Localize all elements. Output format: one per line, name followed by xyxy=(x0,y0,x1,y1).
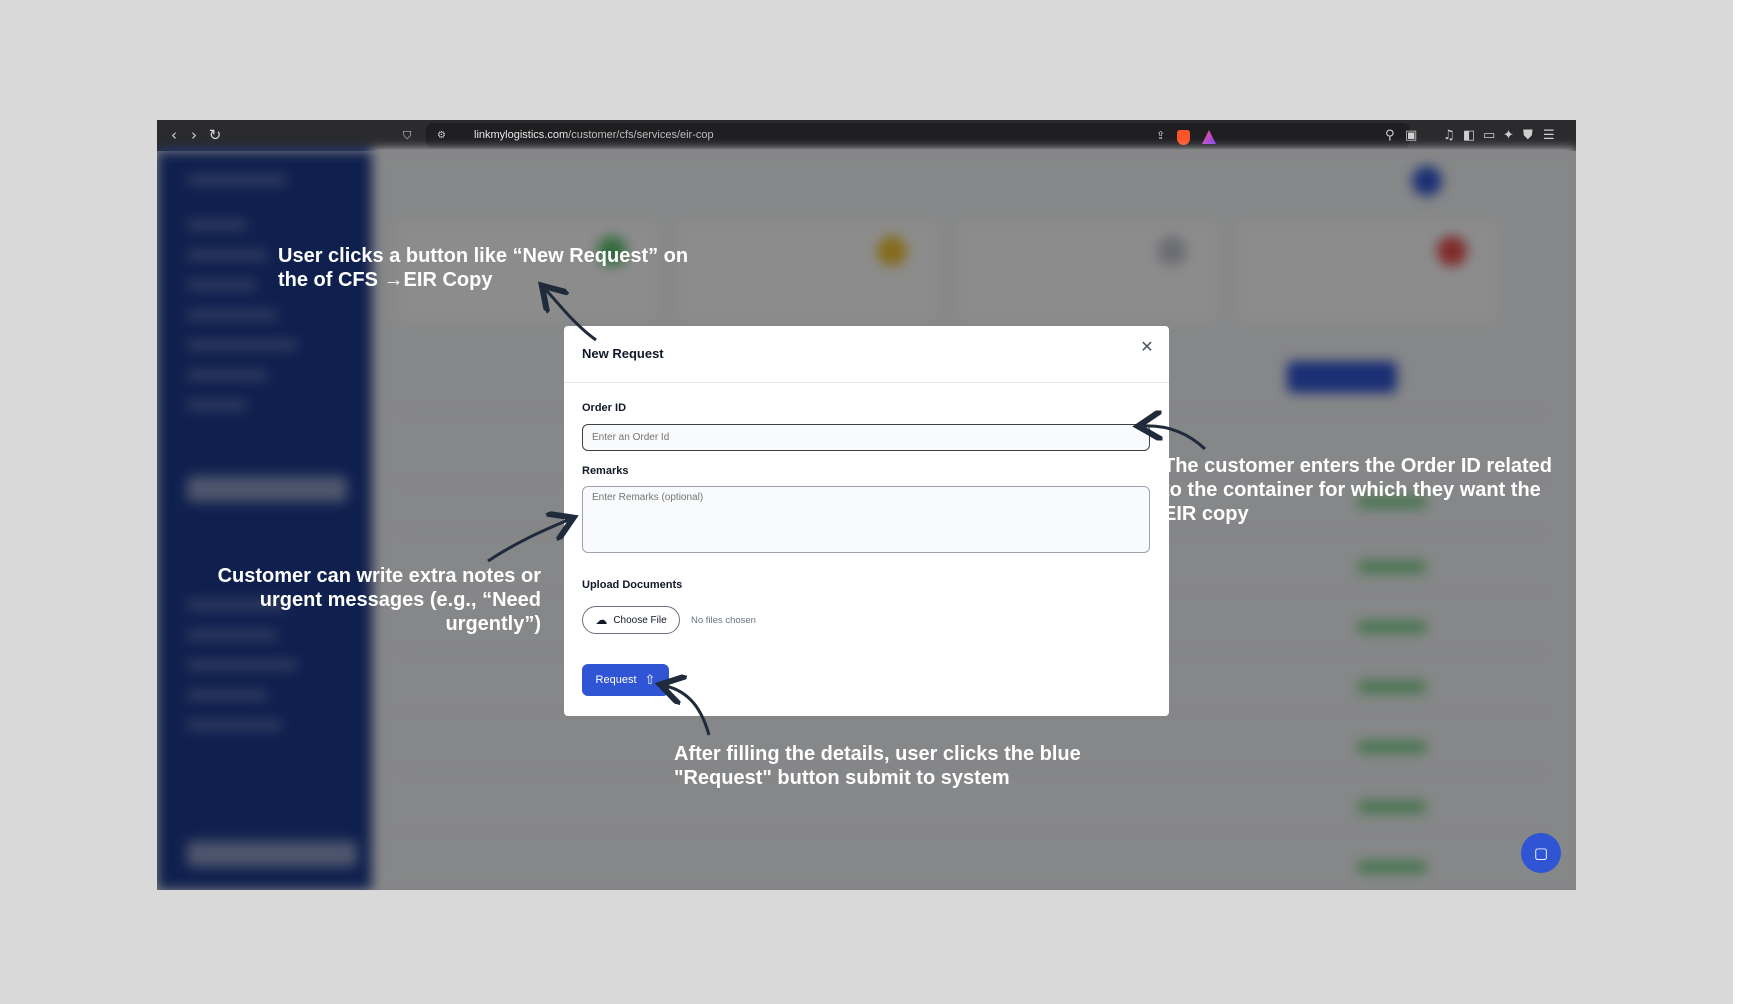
modal-header: New Request ✕ xyxy=(564,326,1169,383)
cloud-upload-icon: ☁ xyxy=(595,613,608,627)
annotation-request: After filling the details, user clicks t… xyxy=(674,743,1081,789)
remarks-textarea[interactable] xyxy=(582,486,1150,553)
leo-icon[interactable]: ✦ xyxy=(1503,129,1514,143)
url-text: linkmylogistics.com/customer/cfs/service… xyxy=(474,129,714,141)
upload-icon: ⇧ xyxy=(644,672,656,688)
annotation-remarks: Customer can write extra notes or urgent… xyxy=(217,565,541,635)
site-settings-icon[interactable]: ⚙ xyxy=(437,129,446,143)
bookmark-icon[interactable]: ⛉ xyxy=(403,129,411,143)
browser-toolbar: ‹ › ↻ ⛉ ⚙ linkmylogistics.com/customer/c… xyxy=(157,120,1576,151)
no-files-text: No files chosen xyxy=(691,615,756,626)
brave-shield-icon[interactable] xyxy=(1177,130,1190,145)
choose-file-label: Choose File xyxy=(613,614,667,626)
upload-documents-label: Upload Documents xyxy=(582,579,683,591)
modal-title: New Request xyxy=(582,346,664,361)
chevron-right-icon[interactable]: › xyxy=(186,127,202,143)
choose-file-button[interactable]: ☁ Choose File xyxy=(582,606,680,634)
order-id-label: Order ID xyxy=(582,402,627,414)
extensions-icon[interactable]: ⚲ xyxy=(1385,129,1395,143)
sidebar-toggle-icon[interactable]: ◧ xyxy=(1463,129,1475,143)
chat-icon[interactable]: ▢ xyxy=(1521,833,1561,873)
wallet-icon[interactable]: ▭ xyxy=(1483,129,1495,143)
media-icon[interactable]: ♫ xyxy=(1443,129,1455,143)
reload-icon[interactable]: ↻ xyxy=(207,127,223,143)
order-id-input[interactable] xyxy=(582,424,1150,451)
request-button[interactable]: Request ⇧ xyxy=(582,664,669,696)
vpn-icon[interactable]: ⛊ xyxy=(1523,129,1533,143)
new-request-modal: New Request ✕ Order ID Remarks Upload Do… xyxy=(564,326,1169,716)
share-icon[interactable]: ⇪ xyxy=(1156,129,1165,143)
brave-rewards-icon[interactable] xyxy=(1202,130,1216,144)
translate-icon[interactable]: ▣ xyxy=(1405,129,1417,143)
request-label: Request xyxy=(595,674,637,686)
annotation-new-request: User clicks a button like “New Request” … xyxy=(278,245,689,291)
remarks-label: Remarks xyxy=(582,465,629,477)
address-bar[interactable]: ⛉ ⚙ linkmylogistics.com/customer/cfs/ser… xyxy=(403,123,1410,148)
annotation-order-id: The customer enters the Order ID related… xyxy=(1163,455,1553,525)
chevron-left-icon[interactable]: ‹ xyxy=(166,127,182,143)
page-margin xyxy=(1733,0,1745,1004)
menu-icon[interactable]: ☰ xyxy=(1543,129,1555,143)
close-icon[interactable]: ✕ xyxy=(1139,339,1155,355)
